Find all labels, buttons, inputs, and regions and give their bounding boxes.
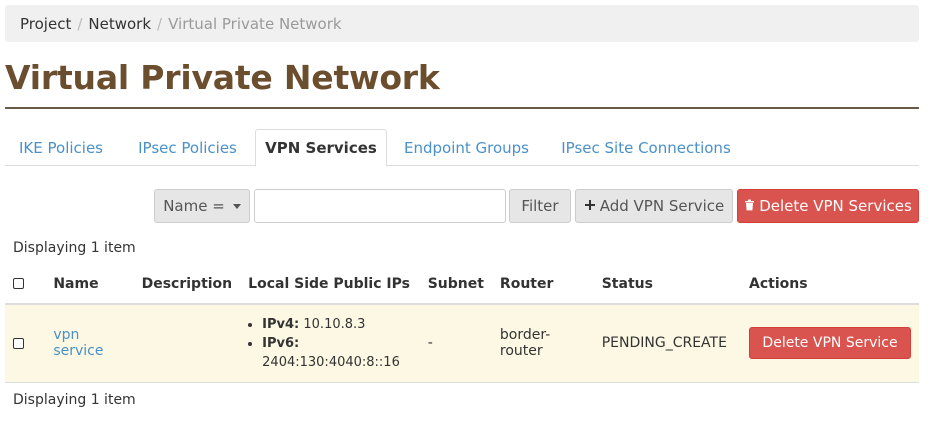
breadcrumb-network[interactable]: Network <box>88 15 151 33</box>
local-ips-cell: IPv4: 10.10.8.3 IPv6: 2404:130:4040:8::1… <box>240 304 420 383</box>
ip-label: IPv6: <box>262 335 300 351</box>
breadcrumb-separator: / <box>77 14 83 33</box>
delete-vpn-service-button[interactable]: Delete VPN Service <box>749 327 911 360</box>
column-header-local-ips[interactable]: Local Side Public IPs <box>240 264 420 305</box>
tab-label: IPsec Policies <box>138 138 237 157</box>
table-toolbar: Name = Filter Add VPN Service Delete VPN… <box>0 189 933 223</box>
ip-list-item: IPv6: 2404:130:4040:8::16 <box>262 334 412 372</box>
tab-endpoint-groups[interactable]: Endpoint Groups <box>388 129 545 166</box>
ip-label: IPv4: <box>262 316 300 332</box>
item-count-bottom: Displaying 1 item <box>13 392 136 408</box>
table-header-row: Name Description Local Side Public IPs S… <box>5 264 919 305</box>
column-header-description[interactable]: Description <box>133 264 241 305</box>
plus-icon <box>584 197 596 215</box>
ip-value: 2404:130:4040:8::16 <box>262 354 400 370</box>
row-checkbox[interactable] <box>13 337 24 349</box>
title-divider <box>5 107 919 109</box>
tab-label: VPN Services <box>265 139 377 157</box>
subnet-cell: - <box>419 304 492 383</box>
tab-vpn-services[interactable]: VPN Services <box>255 129 387 167</box>
tab-ike-policies[interactable]: IKE Policies <box>5 129 117 166</box>
search-input[interactable] <box>254 189 506 223</box>
router-value: border-router <box>499 327 551 360</box>
tab-label: Endpoint Groups <box>403 138 529 157</box>
item-count-top: Displaying 1 item <box>13 240 136 256</box>
tab-ipsec-site-connections[interactable]: IPsec Site Connections <box>549 129 743 166</box>
row-select-cell <box>5 304 46 383</box>
column-header-router[interactable]: Router <box>491 264 594 305</box>
ip-value: 10.10.8.3 <box>303 316 366 332</box>
tab-bar: IKE Policies IPsec Policies VPN Services… <box>5 129 919 167</box>
name-cell: vpn service <box>45 304 134 383</box>
column-header-name[interactable]: Name <box>45 264 134 305</box>
tab-ipsec-policies[interactable]: IPsec Policies <box>122 129 253 166</box>
column-header-actions: Actions <box>741 264 919 305</box>
breadcrumb: Project / Network / Virtual Private Netw… <box>5 5 919 42</box>
vpn-services-table: Name Description Local Side Public IPs S… <box>5 264 919 383</box>
description-cell <box>133 304 241 383</box>
select-all-header <box>5 264 46 305</box>
table-row: vpn service IPv4: 10.10.8.3 IPv6: 2404:1… <box>5 304 919 383</box>
page-title: Virtual Private Network <box>5 58 440 97</box>
add-vpn-service-button[interactable]: Add VPN Service <box>575 189 733 223</box>
breadcrumb-current: Virtual Private Network <box>168 14 342 33</box>
tab-label: IKE Policies <box>19 138 103 157</box>
vpn-service-name-link[interactable]: vpn service <box>53 327 103 359</box>
actions-cell: Delete VPN Service <box>741 304 919 383</box>
status-cell: PENDING_CREATE <box>593 304 741 383</box>
trash-icon <box>744 197 755 215</box>
add-button-label: Add VPN Service <box>599 197 725 215</box>
caret-down-icon <box>232 203 241 209</box>
delete-vpn-services-button[interactable]: Delete VPN Services <box>737 189 919 223</box>
delete-button-label: Delete VPN Services <box>759 197 912 215</box>
column-header-status[interactable]: Status <box>593 264 741 305</box>
breadcrumb-separator: / <box>157 14 163 33</box>
breadcrumb-project[interactable]: Project <box>20 15 71 33</box>
router-cell: border-router <box>491 304 594 383</box>
filter-button[interactable]: Filter <box>509 189 571 223</box>
ip-list-item: IPv4: 10.10.8.3 <box>262 315 412 334</box>
filter-field-dropdown[interactable]: Name = <box>154 189 250 223</box>
filter-button-label: Filter <box>521 197 559 215</box>
tab-label: IPsec Site Connections <box>561 138 731 157</box>
filter-field-label: Name = <box>163 197 225 215</box>
select-all-checkbox[interactable] <box>13 278 24 289</box>
column-header-subnet[interactable]: Subnet <box>419 264 492 305</box>
